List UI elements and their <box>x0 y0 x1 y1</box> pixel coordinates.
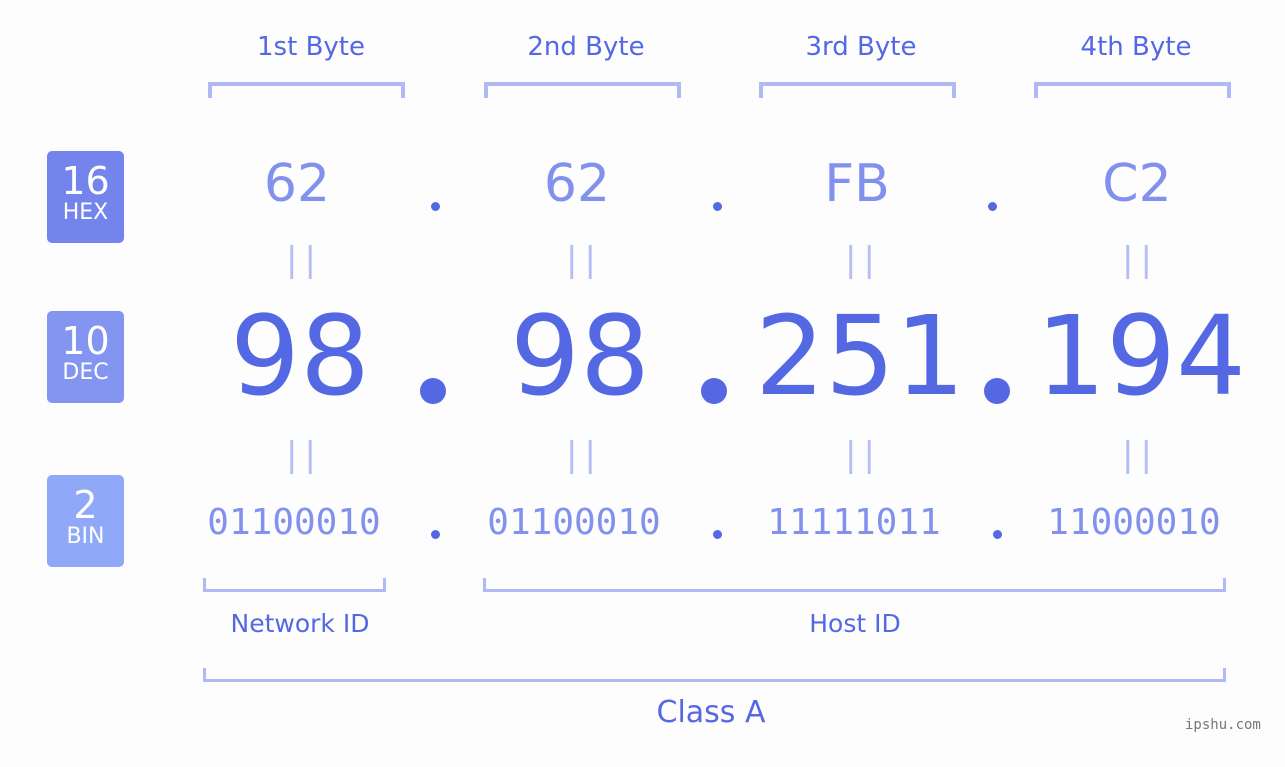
dec-value-3: 251 <box>755 292 965 420</box>
byte-header-3: 3rd Byte <box>805 32 917 62</box>
equals-sign: || <box>840 240 880 280</box>
hex-separator-dot <box>431 202 440 211</box>
hex-separator-dot <box>713 202 722 211</box>
equals-sign: || <box>1117 435 1157 475</box>
dec-base-number: 10 <box>61 319 110 363</box>
equals-sign: || <box>561 240 601 280</box>
bin-separator-dot <box>431 530 440 539</box>
class-bracket <box>203 668 1226 682</box>
equals-sign: || <box>561 435 601 475</box>
hex-badge: 16 HEX <box>47 151 124 243</box>
byte-header-4: 4th Byte <box>1080 32 1192 62</box>
equals-sign: || <box>281 240 321 280</box>
byte-header-2: 2nd Byte <box>527 32 645 62</box>
byte-bracket-3 <box>759 82 956 98</box>
hex-separator-dot <box>988 202 997 211</box>
dec-separator-dot <box>984 378 1010 404</box>
byte-header-1: 1st Byte <box>257 32 365 62</box>
dec-value-4: 194 <box>1036 292 1246 420</box>
hex-value-1: 62 <box>263 154 331 214</box>
bin-value-3: 11111011 <box>767 502 941 543</box>
bin-value-4: 11000010 <box>1047 502 1221 543</box>
network-id-label: Network ID <box>230 609 370 638</box>
equals-sign: || <box>840 435 880 475</box>
hex-base-label: HEX <box>62 200 109 225</box>
equals-sign: || <box>1117 240 1157 280</box>
dec-badge: 10 DEC <box>47 311 124 403</box>
bin-value-1: 01100010 <box>207 502 381 543</box>
dec-value-2: 98 <box>510 292 650 420</box>
dec-separator-dot <box>420 378 446 404</box>
hex-base-number: 16 <box>61 159 110 203</box>
bin-separator-dot <box>993 530 1002 539</box>
class-label: Class A <box>656 695 766 730</box>
hex-value-2: 62 <box>543 154 611 214</box>
hex-value-4: C2 <box>1102 154 1172 214</box>
byte-bracket-2 <box>484 82 681 98</box>
host-id-label: Host ID <box>809 609 901 638</box>
bin-base-label: BIN <box>66 524 105 549</box>
network-id-bracket <box>203 578 386 592</box>
dec-separator-dot <box>701 378 727 404</box>
bin-badge: 2 BIN <box>47 475 124 567</box>
equals-sign: || <box>281 435 321 475</box>
bin-value-2: 01100010 <box>487 502 661 543</box>
hex-value-3: FB <box>824 154 890 214</box>
bin-base-number: 2 <box>73 483 98 527</box>
watermark: ipshu.com <box>1185 717 1261 733</box>
byte-bracket-4 <box>1034 82 1231 98</box>
bin-separator-dot <box>713 530 722 539</box>
host-id-bracket <box>483 578 1226 592</box>
dec-base-label: DEC <box>62 360 109 385</box>
byte-bracket-1 <box>208 82 405 98</box>
dec-value-1: 98 <box>230 292 370 420</box>
